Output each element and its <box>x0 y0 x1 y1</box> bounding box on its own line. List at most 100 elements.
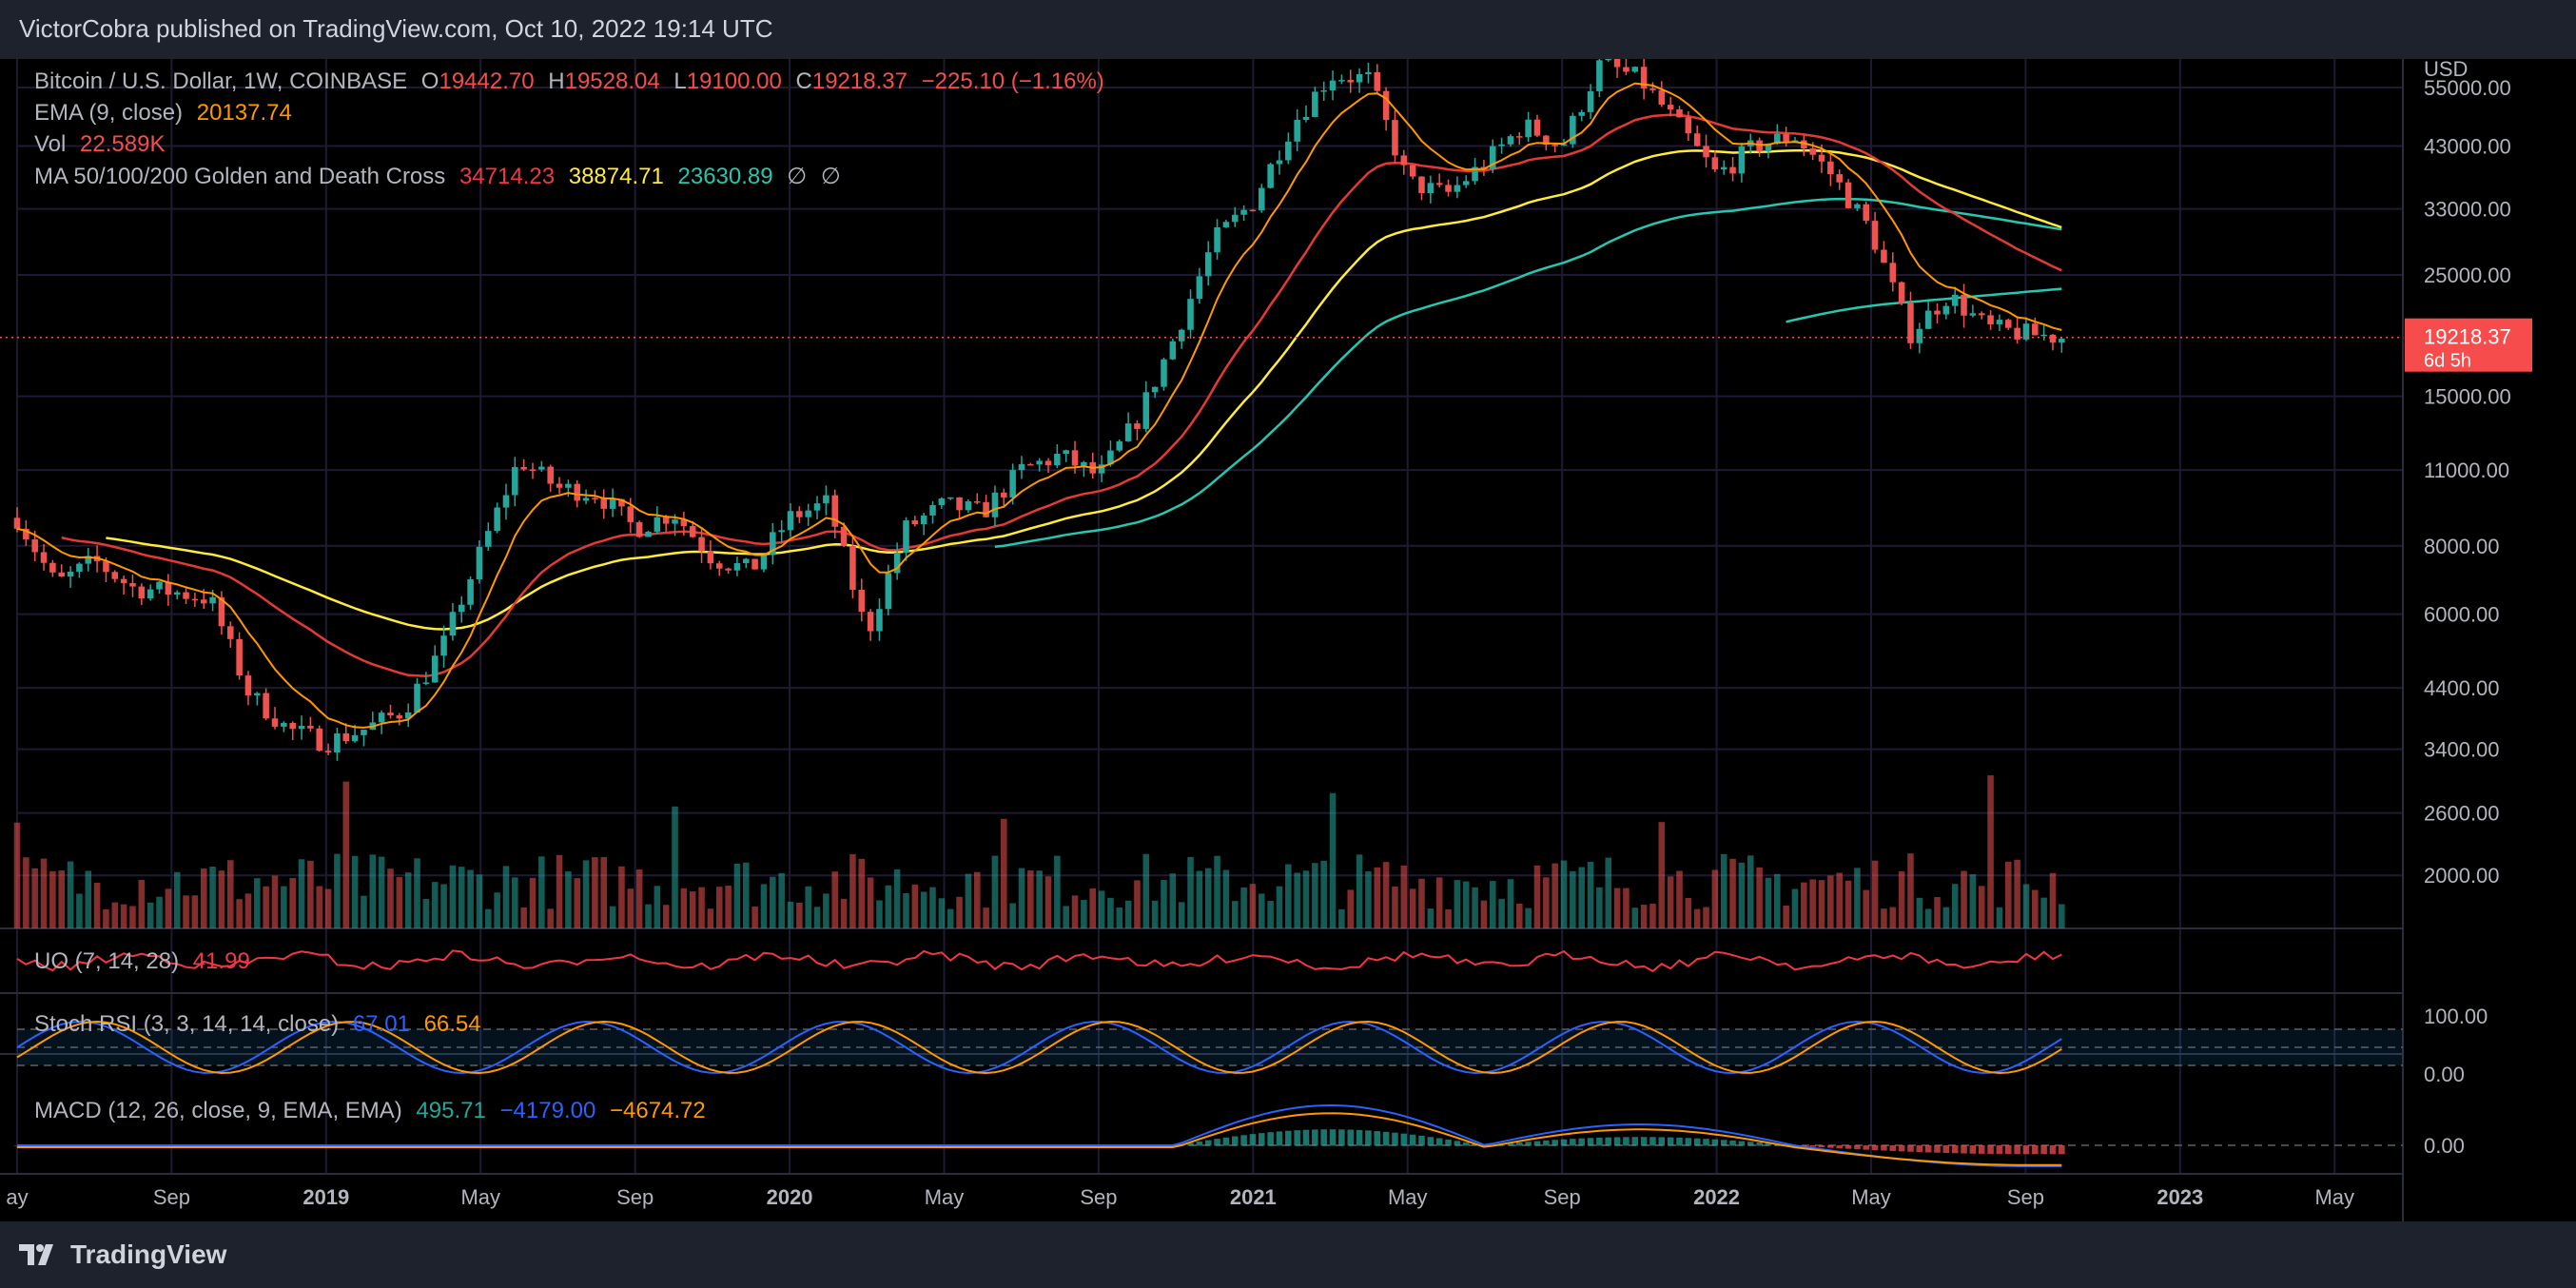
macd-histogram-bar <box>1907 1145 1914 1152</box>
candle-body <box>1623 67 1630 72</box>
volume-bar <box>1871 860 1879 928</box>
macd-histogram-bar <box>1329 1129 1337 1146</box>
volume-bar <box>2059 904 2065 928</box>
legend-high: 19528.04 <box>564 68 660 94</box>
volume-bar <box>13 822 21 928</box>
volume-bar <box>1942 907 1950 928</box>
tradingview-logo[interactable]: TradingView <box>19 1239 226 1271</box>
volume-bar <box>1961 870 1967 928</box>
candle-body <box>556 483 563 488</box>
volume-bar <box>1720 853 1727 928</box>
price-axis-tick-label: 2000.00 <box>2424 864 2500 888</box>
candle-body <box>111 572 119 579</box>
volume-bar <box>707 908 714 928</box>
legend-macd-row[interactable]: MACD (12, 26, close, 9, EMA, EMA) 495.71… <box>34 1098 713 1124</box>
volume-bar <box>733 863 741 928</box>
legend-ma50-value: 34714.23 <box>459 164 556 189</box>
legend-stoch-row[interactable]: Stoch RSI (3, 3, 14, 14, close) 67.01 66… <box>34 1011 489 1038</box>
macd-histogram-bar <box>1623 1137 1630 1146</box>
volume-bar <box>502 866 510 928</box>
candle-body <box>1124 423 1132 441</box>
macd-histogram-bar <box>1613 1137 1621 1146</box>
volume-bar <box>1392 886 1398 928</box>
volume-bar <box>289 877 296 928</box>
legend-change: −225.10 (−1.16%) <box>921 68 1104 94</box>
volume-bar <box>1454 880 1461 928</box>
candle-body <box>502 495 510 508</box>
candle-body <box>512 466 518 496</box>
candle-body <box>1863 204 1870 222</box>
volume-bar <box>1214 855 1220 928</box>
time-axis-label: Sep <box>1544 1185 1581 1209</box>
macd-histogram-bar <box>1560 1139 1568 1146</box>
candle-body <box>920 515 927 525</box>
volume-bar <box>387 868 394 928</box>
candle-body <box>1987 315 1994 324</box>
candle-body <box>1827 161 1834 175</box>
legend-stoch-k: 67.01 <box>352 1011 410 1037</box>
volume-bar <box>1081 900 1087 928</box>
candle-body <box>1667 105 1674 110</box>
volume-bar <box>770 876 776 928</box>
volume-bar <box>1525 907 1532 928</box>
legend-low: 19100.00 <box>686 68 782 94</box>
volume-bar <box>404 872 412 928</box>
time-axis-label: Sep <box>153 1185 190 1209</box>
macd-histogram-bar <box>1693 1138 1701 1146</box>
macd-histogram-bar <box>1302 1129 1310 1146</box>
volume-bar <box>1996 907 2003 928</box>
volume-bar <box>173 871 181 928</box>
volume-bar <box>680 888 688 928</box>
volume-bar <box>635 869 643 928</box>
volume-bar <box>1756 867 1763 928</box>
macd-histogram-bar <box>1204 1140 1212 1146</box>
volume-bar <box>1302 870 1310 928</box>
volume-bar <box>120 904 127 928</box>
volume-bar <box>1462 881 1470 928</box>
legend-uo-row[interactable]: UO (7, 14, 28) 41.99 <box>34 948 258 975</box>
chart-canvas[interactable]: USD2000.002600.003400.004400.006000.0080… <box>0 59 2576 1221</box>
candle-body <box>787 511 794 531</box>
volume-bar <box>1844 880 1852 928</box>
time-axis-label: Sep <box>616 1185 654 1209</box>
volume-bar <box>103 908 109 928</box>
candle-body <box>2032 323 2039 336</box>
candle-body <box>1169 341 1177 360</box>
time-axis-label: May <box>2314 1185 2354 1209</box>
candle-body <box>938 498 946 506</box>
volume-bar <box>58 870 65 928</box>
volume-bar <box>414 858 420 928</box>
candle-body <box>592 498 598 499</box>
volume-bar <box>574 878 581 928</box>
macd-histogram-bar <box>1347 1129 1355 1146</box>
macd-histogram-bar <box>1551 1140 1558 1146</box>
candle-body <box>1898 282 1905 303</box>
volume-bar <box>1222 869 1230 928</box>
candle-body <box>831 495 839 527</box>
candle-body <box>1596 60 1603 91</box>
volume-bar <box>2004 861 2012 928</box>
candle-body <box>120 578 127 583</box>
candle-body <box>929 505 936 516</box>
volume-bar <box>983 907 989 928</box>
candle-body <box>1142 392 1150 429</box>
volume-bar <box>2032 889 2039 928</box>
legend-ema-row[interactable]: EMA (9, close) 20137.74 <box>34 100 300 127</box>
candle-body <box>1961 294 1967 316</box>
legend-stoch-label: Stoch RSI (3, 3, 14, 14, close) <box>34 1011 340 1037</box>
volume-bar <box>1259 893 1265 928</box>
volume-bar <box>1570 870 1576 928</box>
candle-body <box>1924 310 1932 329</box>
candle-body <box>103 561 109 573</box>
volume-bar <box>191 895 199 928</box>
legend-volume-row[interactable]: Vol 22.589K <box>34 131 172 158</box>
volume-bar <box>1151 900 1159 928</box>
candle-body <box>1685 117 1692 134</box>
macd-histogram-bar <box>1711 1139 1719 1146</box>
macd-histogram-bar <box>1881 1145 1887 1151</box>
legend-ema-label: EMA (9, close) <box>34 100 184 126</box>
candle-body <box>2004 320 2012 328</box>
candle-body <box>31 539 38 553</box>
chart-area[interactable]: USD 2000.00 2600.00 3400.00 4400.00 6000.00 80… <box>0 59 2576 1221</box>
legend-ma-row[interactable]: MA 50/100/200 Golden and Death Cross 347… <box>34 163 849 190</box>
